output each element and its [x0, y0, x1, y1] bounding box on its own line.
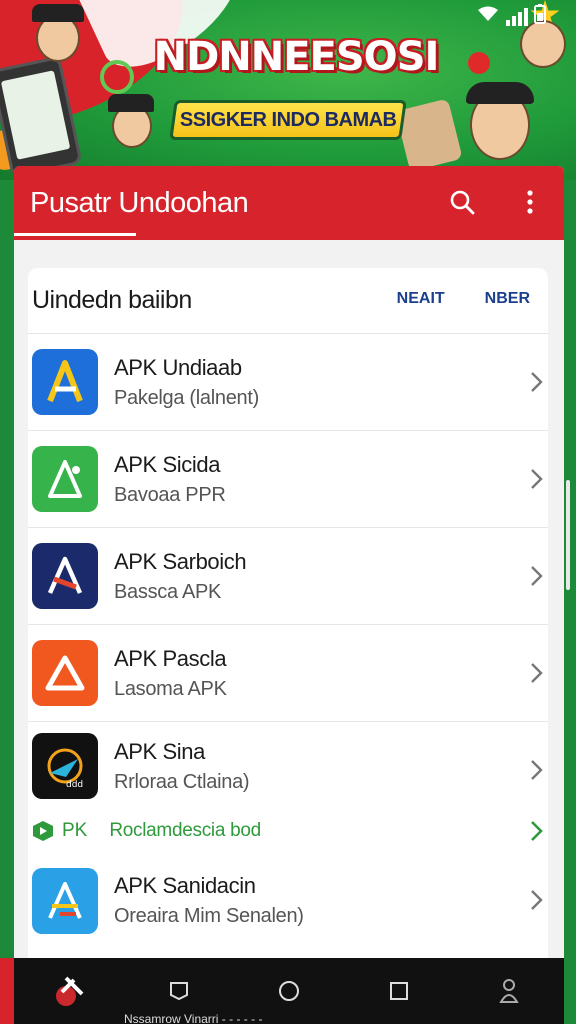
item-subtitle: Lasoma APK [114, 677, 227, 700]
item-text: APK Undiaab Pakelga (lalnent) [114, 355, 259, 410]
promo-banner: NDNNEESOSI SSIGKER INDO BAMAB [0, 0, 576, 180]
download-center-screen: Pusatr Undoohan Uindedn baiibn NEAIT NBE… [14, 166, 564, 966]
item-subtitle: Bassca APK [114, 580, 222, 603]
apk-navy-a-icon [32, 543, 98, 609]
status-bar [478, 4, 546, 29]
item-name: APK Sina [114, 738, 205, 764]
scrollbar-thumb[interactable] [566, 480, 570, 590]
banner-flag-red [468, 52, 490, 74]
section-title: Uindedn baiibn [32, 286, 192, 314]
back-icon[interactable] [159, 971, 199, 1011]
title-underline [14, 233, 136, 236]
page-title: Pusatr Undoohan [30, 186, 249, 219]
app-list: APK Undiaab Pakelga (lalnent) APK Sicida… [28, 334, 548, 949]
promo-tag: PK [62, 820, 88, 841]
chevron-right-icon [531, 821, 543, 841]
section-link-new[interactable]: NBER [485, 290, 530, 308]
promo-row[interactable]: PK Roclamdescia bod [28, 810, 548, 852]
signal-icon [504, 7, 528, 26]
item-text: APK Sicida Bavoaa PPR [114, 452, 226, 507]
list-item[interactable]: APK Sanidacin Oreaira Mim Senalen) [28, 852, 548, 949]
section-links: NEAIT NBER [397, 290, 530, 308]
item-subtitle: Rrloraa Ctlaina) [114, 770, 250, 793]
item-subtitle: Pakelga (lalnent) [114, 386, 259, 409]
list-item[interactable]: ddd APK Sina Rrloraa Ctlaina) [28, 722, 548, 810]
item-name: APK Pascla [114, 645, 227, 671]
chevron-right-icon [531, 663, 543, 683]
item-name: APK Undiaab [114, 354, 242, 380]
list-item[interactable]: APK Undiaab Pakelga (lalnent) [28, 334, 548, 431]
battery-icon [534, 4, 546, 29]
item-name: APK Sarboich [114, 548, 247, 574]
character-left-hat [32, 4, 84, 22]
list-item[interactable]: APK Sarboich Bassca APK [28, 528, 548, 625]
apk-lightblue-a-icon [32, 867, 98, 934]
banner-title: NDNNEESOSI [153, 34, 440, 80]
banner-subtitle-plate: SSIGKER INDO BAMAB [169, 100, 407, 140]
app-logo-icon[interactable] [49, 971, 89, 1011]
nav-caption: Nssamrow Vinarri - - - - - - [124, 1012, 263, 1024]
item-text: APK Sanidacin Oreaira Mim Senalen) [114, 873, 304, 928]
item-subtitle: Oreaira Mim Senalen) [114, 905, 304, 927]
person-icon[interactable] [489, 971, 529, 1011]
home-icon[interactable] [269, 971, 309, 1011]
apk-green-a-icon [32, 446, 98, 512]
list-item[interactable]: APK Pascla Lasoma APK [28, 625, 548, 722]
list-item[interactable]: APK Sicida Bavoaa PPR [28, 431, 548, 528]
system-nav-bar: Nssamrow Vinarri - - - - - - [14, 958, 564, 1024]
app-bar: Pusatr Undoohan [14, 166, 564, 240]
chevron-right-icon [531, 760, 543, 780]
wifi-icon [478, 6, 498, 27]
banner-subtitle: SSIGKER INDO BAMAB [179, 108, 397, 131]
item-text: APK Sina Rrloraa Ctlaina) [114, 738, 250, 794]
left-edge-strip [0, 958, 14, 1024]
chevron-right-icon [531, 372, 543, 392]
item-text: APK Sarboich Bassca APK [114, 548, 247, 604]
character-right-hair [466, 82, 534, 104]
apk-blue-a-icon [32, 349, 98, 415]
chevron-right-icon [531, 890, 543, 910]
play-badge-icon [33, 821, 53, 841]
section-link-next[interactable]: NEAIT [397, 290, 445, 308]
right-edge-strip [564, 958, 576, 1024]
section-header: Uindedn baiibn NEAIT NBER [28, 268, 548, 334]
item-name: APK Sicida [114, 451, 221, 477]
chevron-right-icon [531, 469, 543, 489]
more-vertical-icon[interactable] [514, 186, 546, 218]
character-mid-hat [108, 94, 154, 112]
promo-text: Roclamdescia bod [109, 820, 261, 841]
item-name: APK Sanidacin [114, 873, 256, 898]
svg-text:ddd: ddd [66, 780, 83, 790]
chevron-right-icon [531, 566, 543, 586]
download-list-panel: Uindedn baiibn NEAIT NBER APK Undiaab Pa… [28, 268, 548, 966]
apk-orange-a-icon [32, 640, 98, 706]
recents-icon[interactable] [379, 971, 419, 1011]
app-bar-actions [446, 186, 546, 218]
banner-green-circle [100, 60, 134, 94]
apk-black-rocket-icon: ddd [32, 733, 98, 799]
search-icon[interactable] [446, 186, 478, 218]
item-text: APK Pascla Lasoma APK [114, 646, 227, 701]
item-subtitle: Bavoaa PPR [114, 483, 226, 506]
